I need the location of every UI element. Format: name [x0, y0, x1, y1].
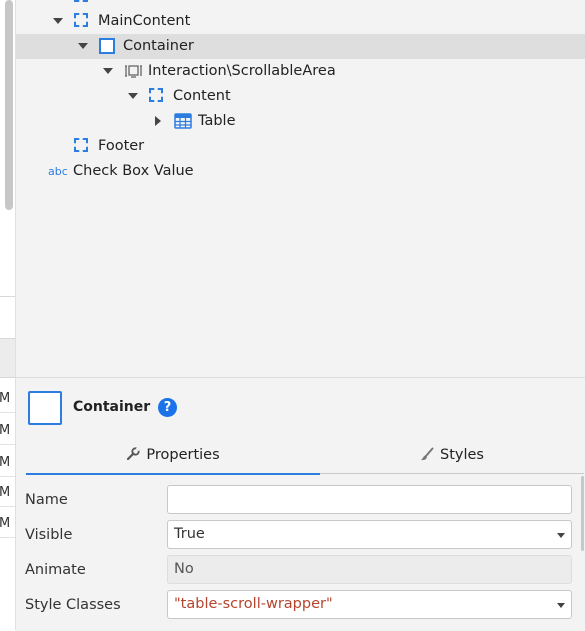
brush-icon	[421, 447, 434, 461]
tree-item-label: Check Box Value	[73, 163, 194, 179]
chevron-down-icon	[557, 603, 565, 608]
tree-item-scrollablearea[interactable]: Interaction\ScrollableArea	[16, 59, 585, 84]
tree-item-label: Table	[198, 113, 236, 129]
left-scrollbar[interactable]	[5, 0, 13, 210]
properties-scrollbar[interactable]	[581, 476, 584, 551]
property-label: Animate	[25, 562, 86, 578]
wrench-icon	[127, 447, 141, 461]
tree-item-label: Footer	[98, 138, 145, 154]
name-input[interactable]	[167, 485, 572, 514]
property-label: Name	[25, 492, 68, 508]
table-icon	[174, 113, 192, 129]
tree-item-footer[interactable]: Footer	[16, 134, 585, 159]
left-header-block	[0, 338, 15, 378]
container-icon	[28, 391, 62, 425]
left-panel-strip: M M M M M	[0, 0, 16, 630]
left-row[interactable]: M	[0, 480, 15, 507]
text-property-icon: abc	[48, 165, 68, 178]
style-classes-select[interactable]: "table-scroll-wrapper"	[167, 590, 572, 619]
property-row-style-classes: Style Classes "table-scroll-wrapper"	[16, 590, 585, 620]
tree-item-maincontent[interactable]: MainContent	[16, 9, 585, 34]
property-tabs: Properties Styles	[26, 437, 584, 475]
visible-value: True	[174, 526, 205, 542]
expand-arrow-icon[interactable]	[128, 93, 138, 99]
container-icon	[99, 38, 115, 54]
collapse-arrow-icon[interactable]	[155, 116, 161, 126]
left-row[interactable]: M	[0, 450, 15, 477]
left-row[interactable]: M	[0, 511, 15, 538]
chevron-down-icon	[557, 533, 565, 538]
widget-title: Container	[73, 399, 151, 415]
tree-item-label: MainContent	[98, 13, 191, 29]
tree-item-label: Container	[123, 38, 194, 54]
property-row-visible: Visible True	[16, 520, 585, 550]
property-row-animate: Animate No	[16, 555, 585, 585]
scrollable-area-icon	[125, 65, 142, 78]
expand-arrow-icon[interactable]	[78, 43, 88, 49]
animate-field: No	[167, 555, 572, 584]
tree-item-container[interactable]: Container	[16, 34, 585, 59]
expand-arrow-icon[interactable]	[53, 18, 63, 24]
help-icon[interactable]: ?	[158, 398, 177, 417]
expand-arrow-icon[interactable]	[103, 68, 113, 74]
widget-tree: Actions MainContent Container Interactio…	[16, 0, 585, 377]
placeholder-icon	[74, 13, 88, 27]
left-row[interactable]: M	[0, 418, 15, 445]
tree-item-label: Actions	[98, 0, 151, 9]
tree-item-check-box-value[interactable]: abc Check Box Value	[16, 159, 585, 184]
visible-select[interactable]: True	[167, 520, 572, 549]
placeholder-icon	[74, 0, 88, 2]
property-row-name: Name	[16, 485, 585, 515]
tab-properties[interactable]: Properties	[26, 437, 320, 475]
tree-item-actions[interactable]: Actions	[16, 0, 585, 9]
tree-item-label: Content	[173, 88, 231, 104]
left-row[interactable]: M	[0, 386, 15, 413]
tree-item-label: Interaction\ScrollableArea	[148, 63, 336, 79]
property-label: Visible	[25, 527, 73, 543]
tree-item-content[interactable]: Content	[16, 84, 585, 109]
tab-styles[interactable]: Styles	[320, 437, 584, 473]
tab-label: Properties	[146, 447, 220, 463]
placeholder-icon	[149, 88, 163, 102]
property-label: Style Classes	[25, 597, 121, 613]
tab-label: Styles	[440, 447, 484, 463]
tree-item-table[interactable]: Table	[16, 109, 585, 134]
placeholder-icon	[74, 138, 88, 152]
left-divider	[0, 296, 15, 297]
property-editor: Container ? Properties Styles Name Visib…	[16, 377, 585, 631]
style-classes-value: "table-scroll-wrapper"	[174, 596, 333, 612]
